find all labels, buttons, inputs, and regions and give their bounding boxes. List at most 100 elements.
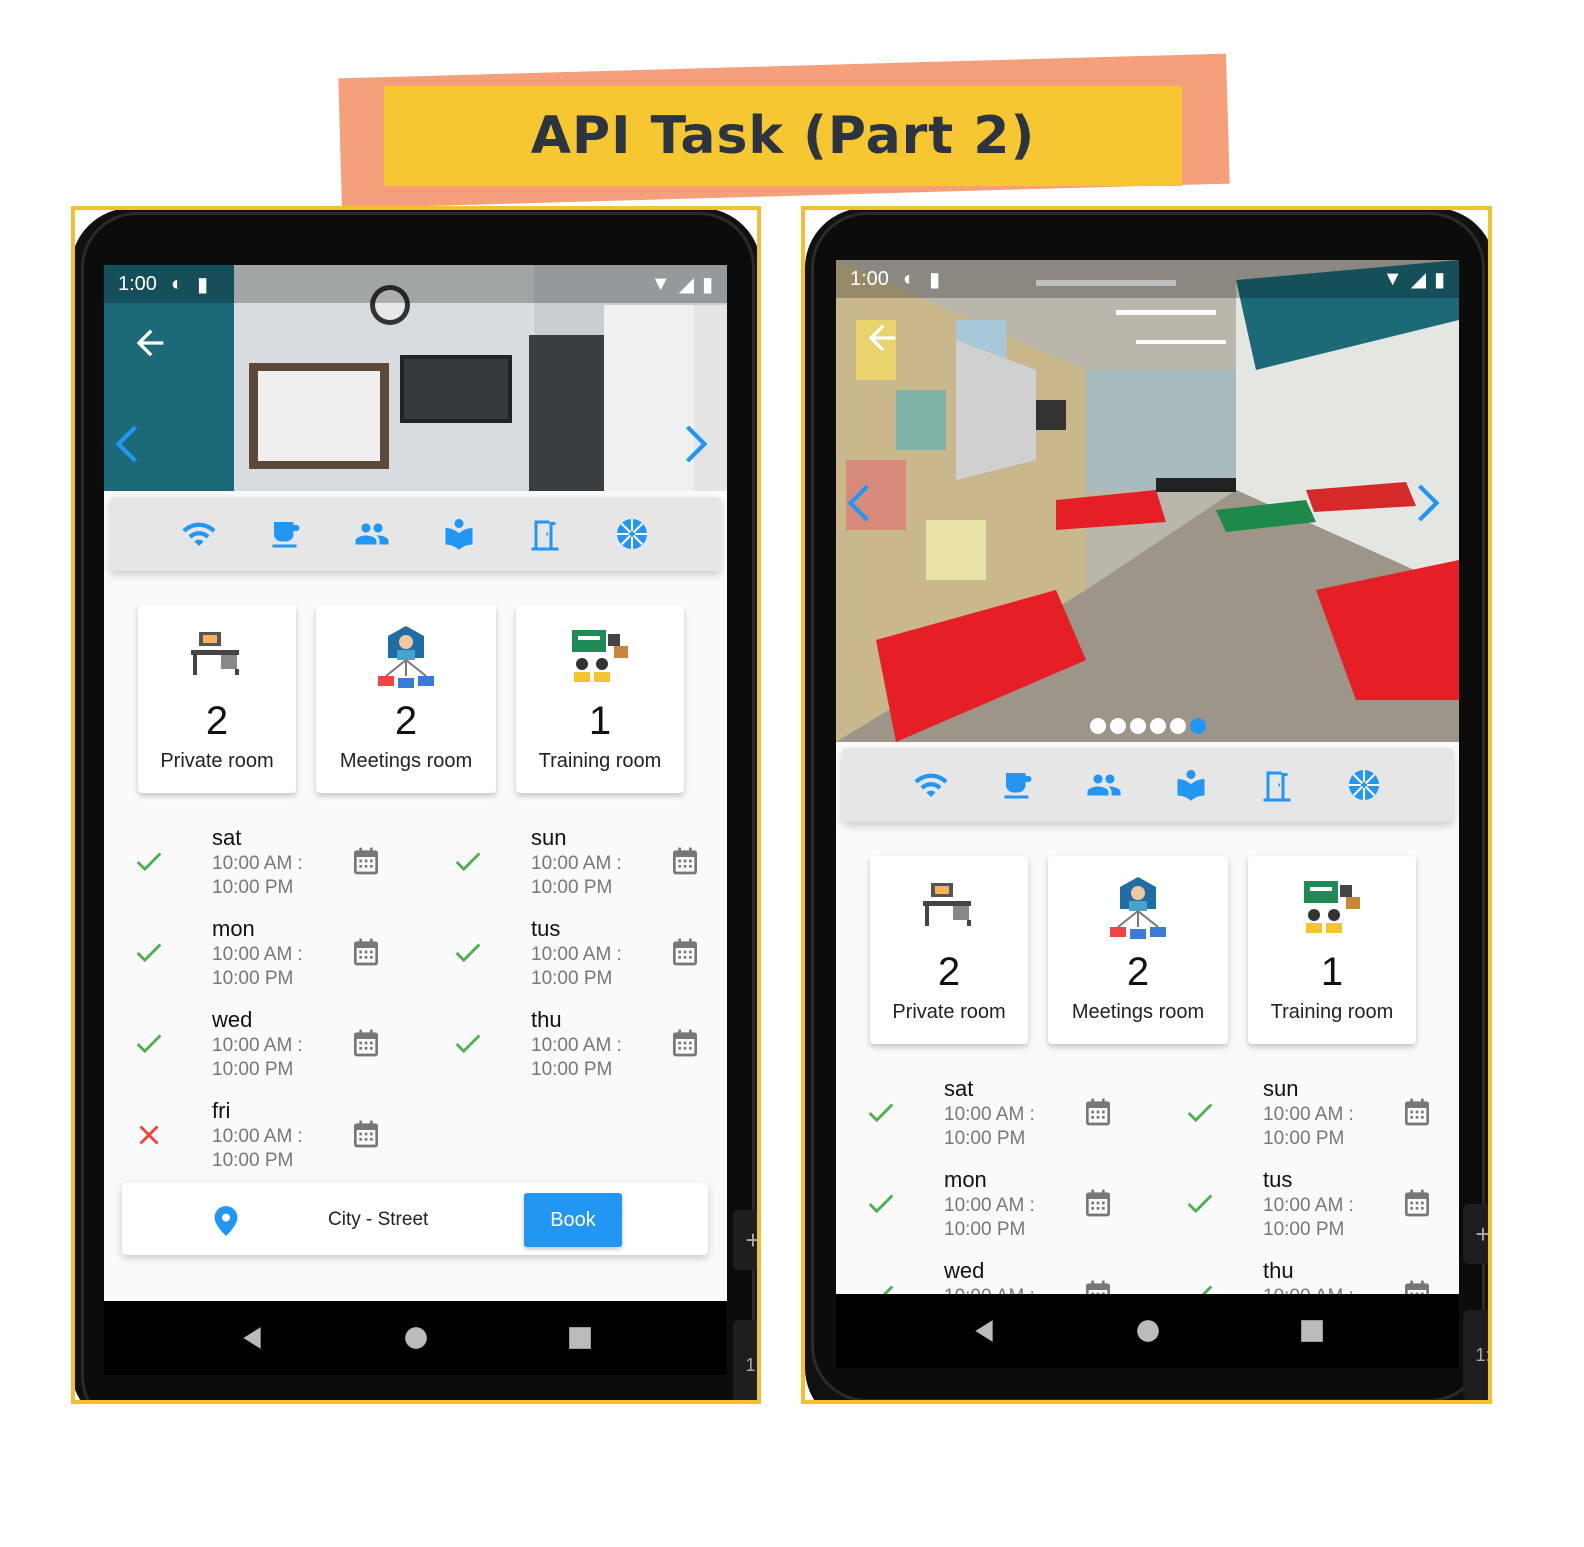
open-time: 10:00 AM : — [531, 944, 622, 965]
open-time: 10:00 AM : — [531, 1035, 622, 1056]
schedule-item-mon: mon 10:00 AM : 10:00 PM — [132, 916, 432, 996]
android-nav-bar — [836, 1294, 1459, 1368]
sd-card-icon: ▮ — [929, 268, 941, 291]
chevron-left-icon[interactable] — [110, 421, 144, 467]
training-icon — [1304, 881, 1360, 933]
title-banner: API Task (Part 2) — [384, 86, 1182, 186]
calendar-icon[interactable] — [1082, 1096, 1114, 1128]
close-time: 10:00 PM — [531, 877, 613, 898]
nav-home-icon[interactable] — [403, 1325, 429, 1351]
check-icon — [1187, 1194, 1213, 1214]
nav-back-icon[interactable] — [239, 1325, 265, 1351]
close-time: 10:00 PM — [944, 1219, 1026, 1240]
day-label: mon — [944, 1167, 987, 1192]
signal-icon: ◢ — [678, 273, 694, 296]
schedule-item-sun: sun 10:00 AM : 10:00 PM — [451, 825, 727, 905]
check-icon — [870, 1285, 894, 1294]
close-time: 10:00 PM — [212, 968, 294, 989]
emulator-zoom-button[interactable]: + — [733, 1210, 757, 1270]
room-card-private[interactable]: 2 Private room — [138, 605, 296, 793]
schedule-item-sat: sat 10:00 AM : 10:00 PM — [132, 825, 432, 905]
room-card-meetings[interactable]: 2 Meetings room — [316, 605, 496, 793]
battery-icon: ▮ — [701, 273, 713, 296]
back-arrow-icon[interactable] — [130, 323, 170, 363]
carousel-dot[interactable] — [1149, 718, 1166, 734]
check-icon — [1189, 1285, 1213, 1294]
schedule-item-thu: thu 10:00 AM : 10:00 PM — [451, 1007, 727, 1087]
reading-icon — [445, 519, 473, 550]
desk-icon — [191, 632, 239, 675]
status-time: 1:00 — [850, 267, 889, 290]
close-time: 10:00 PM — [212, 1059, 294, 1080]
open-time: 10:00 AM : — [212, 1126, 303, 1147]
open-time: 10:00 AM : — [1263, 1286, 1354, 1294]
close-time: 10:00 PM — [1263, 1219, 1345, 1240]
chevron-right-icon[interactable] — [679, 421, 713, 467]
meeting-icon — [1110, 877, 1166, 939]
emulator-panel: 1: — [1463, 1310, 1488, 1400]
schedule-item-fri: fri 10:00 AM : 10:00 PM — [132, 1098, 432, 1178]
open-time: 10:00 AM : — [1263, 1104, 1354, 1125]
carousel-dot[interactable] — [1129, 718, 1146, 734]
nav-recents-icon[interactable] — [1299, 1318, 1325, 1344]
calendar-icon[interactable] — [350, 1118, 382, 1150]
open-time: 10:00 AM : — [1263, 1195, 1354, 1216]
carousel-dot[interactable] — [1089, 718, 1106, 734]
calendar-icon[interactable] — [1082, 1278, 1114, 1294]
room-card-private[interactable]: 2 Private room — [870, 856, 1028, 1044]
room-label: Meetings room — [339, 750, 473, 772]
day-label: wed — [944, 1258, 985, 1283]
calendar-icon[interactable] — [350, 936, 382, 968]
room-card-training[interactable]: 1 Training room — [516, 605, 684, 793]
check-icon — [1187, 1103, 1213, 1123]
canvas: API Task (Part 2) + 1: 1:00 ◐ ▮ ▼ ◢ ▮ 2 … — [0, 0, 1584, 1547]
calendar-icon[interactable] — [1401, 1278, 1433, 1294]
room-count: 2 — [394, 699, 418, 743]
hero-image[interactable]: 1:00 ◐ ▮ ▼ ◢ ▮ — [104, 265, 727, 491]
room-label: Private room — [160, 750, 274, 772]
emulator-zoom-button[interactable]: + — [1463, 1204, 1488, 1264]
status-time: 1:00 — [118, 272, 157, 295]
calendar-icon[interactable] — [1082, 1187, 1114, 1219]
close-time: 10:00 PM — [944, 1128, 1026, 1149]
schedule-item-sat: sat 10:00 AM : 10:00 PM — [864, 1076, 1164, 1156]
book-button[interactable]: Book — [524, 1193, 622, 1247]
room-label: Private room — [892, 1001, 1006, 1023]
right-screen: 1:00 ◐ ▮ ▼ ◢ ▮ 2 Private room 2 Meetings… — [836, 260, 1459, 1294]
wifi-icon — [182, 522, 216, 546]
room-card-meetings[interactable]: 2 Meetings room — [1048, 856, 1228, 1044]
day-label: tus — [1263, 1167, 1293, 1192]
chevron-right-icon[interactable] — [1411, 480, 1445, 526]
check-icon — [136, 1034, 162, 1054]
check-icon — [455, 943, 481, 963]
check-icon — [136, 852, 162, 872]
back-arrow-icon[interactable] — [862, 318, 902, 358]
page-title: API Task (Part 2) — [530, 106, 1036, 166]
carousel-dot[interactable] — [1109, 718, 1126, 734]
hero-image[interactable]: 1:00 ◐ ▮ ▼ ◢ ▮ — [836, 260, 1459, 742]
carousel-dot-active[interactable] — [1189, 718, 1206, 734]
schedule-item-wed: wed 10:00 AM : — [864, 1258, 1164, 1294]
chevron-left-icon[interactable] — [842, 480, 876, 526]
close-time: 10:00 PM — [531, 968, 613, 989]
calendar-icon[interactable] — [669, 936, 701, 968]
calendar-icon[interactable] — [669, 1027, 701, 1059]
calendar-icon[interactable] — [1401, 1187, 1433, 1219]
nav-back-icon[interactable] — [971, 1318, 997, 1344]
notification-icon: ◐ — [170, 272, 184, 295]
calendar-icon[interactable] — [1401, 1096, 1433, 1128]
battery-icon: ▮ — [1433, 268, 1445, 291]
calendar-icon[interactable] — [350, 1027, 382, 1059]
calendar-icon[interactable] — [669, 845, 701, 877]
book-bar: City - Street Book — [122, 1183, 708, 1255]
open-time: 10:00 AM : — [944, 1286, 1035, 1294]
room-card-training[interactable]: 1 Training room — [1248, 856, 1416, 1044]
day-label: sat — [212, 825, 242, 850]
nav-home-icon[interactable] — [1135, 1318, 1161, 1344]
room-cards: 2 Private room 2 Meetings room 1 Trainin… — [138, 605, 684, 793]
calendar-icon[interactable] — [350, 845, 382, 877]
status-bar: 1:00 ◐ ▮ ▼ ◢ ▮ — [104, 265, 727, 303]
nav-recents-icon[interactable] — [567, 1325, 593, 1351]
carousel-dot[interactable] — [1169, 718, 1186, 734]
check-icon — [455, 852, 481, 872]
